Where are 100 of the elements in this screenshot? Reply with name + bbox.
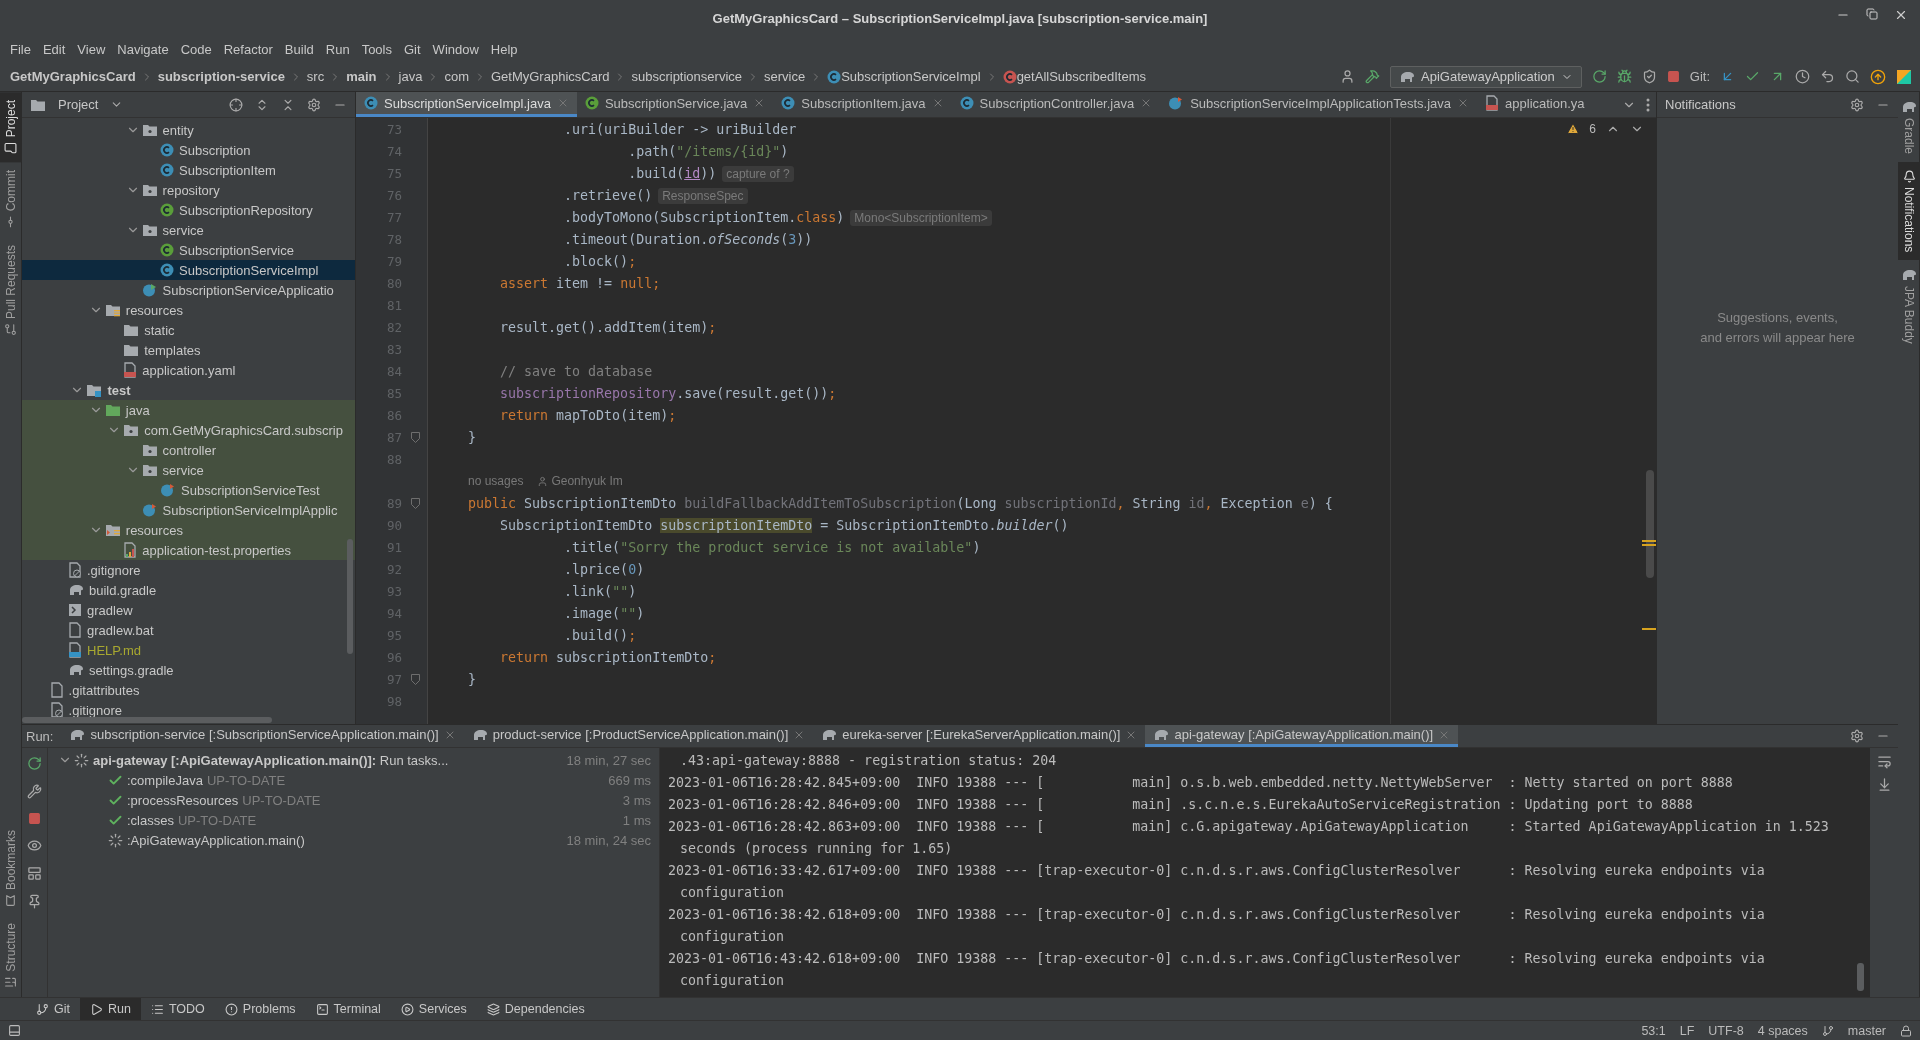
menu-item[interactable]: Edit (36, 41, 72, 57)
task-label[interactable]: api-gateway [:ApiGatewayApplication.main()]: Run tasks... (93, 752, 449, 768)
tool-window-button[interactable]: Gradle (1898, 92, 1920, 163)
task-label[interactable]: :processResources (127, 792, 239, 808)
search-icon[interactable] (1845, 69, 1860, 84)
warning-marker[interactable] (1642, 628, 1656, 630)
menu-item[interactable]: Code (174, 41, 218, 57)
tool-tab[interactable]: Run (80, 998, 141, 1020)
pin-icon[interactable] (27, 894, 42, 909)
breadcrumb[interactable]: src (306, 69, 325, 84)
tree-item[interactable]: .gitignore (68, 702, 123, 717)
tool-window-button[interactable]: Project (0, 92, 22, 163)
tool-tab[interactable]: Services (390, 998, 477, 1020)
stop-icon[interactable] (1666, 70, 1680, 83)
settings-icon[interactable] (1850, 729, 1864, 743)
cursor-position[interactable]: 53:1 (1641, 1023, 1666, 1038)
locate-icon[interactable] (229, 97, 243, 112)
update-icon[interactable] (1870, 68, 1886, 85)
editor-tab[interactable]: SubscriptionService.java (576, 92, 774, 117)
branch-name[interactable]: master (1847, 1023, 1886, 1038)
file-encoding[interactable]: UTF-8 (1708, 1023, 1744, 1038)
tree-item[interactable]: java (125, 402, 150, 418)
tree-item[interactable]: .gitignore (87, 562, 141, 578)
tool-window-button[interactable]: Structure (0, 915, 22, 997)
rerun-icon[interactable] (1591, 69, 1607, 84)
tool-tab[interactable]: Git (26, 998, 80, 1020)
rollback-icon[interactable] (1820, 69, 1835, 84)
indent-setting[interactable]: 4 spaces (1757, 1023, 1808, 1038)
rerun-icon[interactable] (27, 756, 42, 771)
menu-item[interactable]: File (4, 41, 37, 57)
tool-tab[interactable]: TODO (140, 998, 215, 1020)
close-icon[interactable] (1894, 8, 1908, 22)
tool-tab[interactable]: Problems (214, 998, 306, 1020)
breadcrumb[interactable]: java (398, 69, 423, 84)
breadcrumb[interactable]: SubscriptionServiceImpl (841, 69, 981, 84)
tool-window-button[interactable]: Pull Requests (0, 236, 22, 344)
settings-icon[interactable] (1850, 97, 1864, 112)
settings-icon[interactable] (307, 97, 321, 112)
tool-tab[interactable]: Dependencies (476, 998, 595, 1020)
task-label[interactable]: :ApiGatewayApplication.main() (127, 832, 305, 848)
task-label[interactable]: :compileJava (127, 772, 203, 788)
editor-tab[interactable]: SubscriptionServiceImplApplicationTests.java (1160, 92, 1478, 117)
tree-item[interactable]: gradlew (87, 602, 133, 618)
breadcrumb[interactable]: subscriptionservice (631, 69, 742, 84)
scrollbar[interactable] (1857, 963, 1864, 991)
layout-icon[interactable] (27, 866, 42, 881)
warning-marker[interactable] (1642, 540, 1656, 542)
panel-title[interactable]: Project (58, 97, 99, 112)
soft-wrap-icon[interactable] (1876, 754, 1892, 769)
run-tab[interactable]: subscription-service [:SubscriptionServiceApplication.main()] (61, 725, 464, 747)
scrollbar[interactable] (1646, 470, 1654, 578)
menu-item[interactable]: Window (426, 41, 485, 57)
menu-item[interactable]: Tools (355, 41, 398, 57)
stop-icon[interactable] (28, 812, 41, 825)
tree-item[interactable]: resources (125, 522, 183, 538)
tree-item[interactable]: Subscription (179, 142, 251, 158)
run-configuration-dropdown[interactable]: ApiGatewayApplication (1390, 65, 1582, 88)
tree-item[interactable]: SubscriptionRepository (179, 202, 313, 218)
task-label[interactable]: :classes (127, 812, 174, 828)
tree-item[interactable]: SubscriptionService (179, 242, 294, 258)
editor-tab[interactable]: SubscriptionServiceImpl.java (356, 92, 577, 117)
tree-item[interactable]: HELP.md (87, 642, 141, 658)
tree-item[interactable]: service (162, 462, 204, 478)
scrollbar[interactable] (22, 717, 272, 723)
layout-icon[interactable] (8, 1024, 21, 1037)
editor-tab[interactable]: SubscriptionController.java (951, 92, 1161, 117)
menu-item[interactable]: View (71, 41, 112, 57)
tree-item[interactable]: repository (162, 182, 220, 198)
breadcrumb[interactable]: getAllSubscribedItems (1016, 69, 1146, 84)
tree-item[interactable]: test (107, 382, 131, 398)
menu-item[interactable]: Refactor (217, 41, 279, 57)
tree-item[interactable]: settings.gradle (89, 662, 174, 678)
menu-item[interactable]: Git (398, 41, 427, 57)
editor-tab[interactable]: SubscriptionItem.java (773, 92, 952, 117)
scrollbar[interactable] (347, 539, 353, 654)
warning-count[interactable]: 6 (1589, 122, 1596, 136)
menu-item[interactable]: Help (484, 41, 524, 57)
coverage-icon[interactable] (1641, 69, 1657, 84)
fold-icon[interactable] (410, 431, 420, 443)
restore-icon[interactable] (1866, 8, 1878, 20)
breadcrumb[interactable]: GetMyGraphicsCard (490, 69, 610, 84)
menu-item[interactable]: Navigate (111, 41, 175, 57)
breadcrumb[interactable]: subscription-service (157, 69, 285, 84)
tree-item[interactable]: gradlew.bat (87, 622, 154, 638)
tree-item[interactable]: service (162, 222, 204, 238)
tool-window-button[interactable]: Notifications (1898, 162, 1920, 261)
usage-hint[interactable]: no usages (428, 474, 524, 488)
run-tab[interactable]: product-service [:ProductServiceApplication.main()] (463, 725, 814, 747)
logo-icon[interactable] (1896, 68, 1912, 85)
tool-tab[interactable]: Terminal (305, 998, 391, 1020)
tree-item[interactable]: entity (162, 122, 194, 138)
run-tab[interactable]: api-gateway [:ApiGatewayApplication.main()] (1145, 725, 1459, 747)
menu-item[interactable]: Build (278, 41, 320, 57)
debug-icon[interactable] (1616, 69, 1632, 84)
tree-item[interactable]: SubscriptionServiceApplicatio (162, 282, 334, 298)
tree-item[interactable]: resources (125, 302, 183, 318)
fold-icon[interactable] (410, 497, 420, 509)
lock-icon[interactable] (1900, 1024, 1912, 1037)
eye-icon[interactable] (27, 838, 42, 853)
breadcrumb[interactable]: main (346, 69, 377, 84)
